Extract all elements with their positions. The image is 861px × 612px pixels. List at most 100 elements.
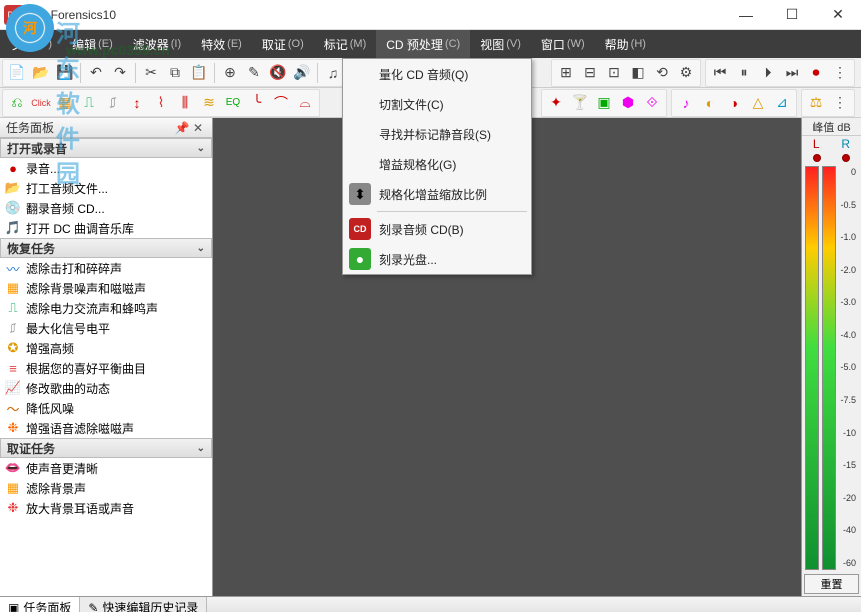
task-item[interactable]: 📂打工音频文件...	[0, 178, 212, 198]
save-icon[interactable]: 💾	[54, 62, 76, 84]
task-icon: ≡	[4, 360, 22, 376]
menu-特效[interactable]: 特效(E)	[191, 30, 252, 58]
menuitem-刻录光盘...[interactable]: ●刻录光盘...	[343, 244, 531, 274]
paste-icon[interactable]: 📋	[188, 62, 210, 84]
view-b-icon[interactable]: ⊟	[579, 62, 601, 84]
menuitem-规格化增益缩放比例[interactable]: ⬍规格化增益缩放比例	[343, 179, 531, 209]
fx9-icon[interactable]: ≋	[198, 92, 220, 114]
f3a-icon[interactable]: ♪	[675, 92, 697, 114]
f3e-icon[interactable]: ⊿	[771, 92, 793, 114]
overflow2-icon[interactable]: ⋮	[829, 92, 851, 114]
redo-icon[interactable]: ↷	[109, 62, 131, 84]
task-item[interactable]: 〜降低风噪	[0, 398, 212, 418]
menu-编辑[interactable]: 编辑(E)	[62, 30, 123, 58]
f2d-icon[interactable]: ⬢	[617, 92, 639, 114]
panel-close-icon[interactable]: ✕	[190, 121, 206, 135]
f2e-icon[interactable]: ⟐	[641, 92, 663, 114]
fx8-icon[interactable]: ⫼	[174, 92, 196, 114]
menuitem-刻录音频 CD[interactable]: CD刻录音频 CD(B)	[343, 214, 531, 244]
bottom-tab-任务面板[interactable]: ▣任务面板	[0, 597, 80, 612]
record-icon[interactable]: ⏺	[805, 62, 827, 84]
task-item[interactable]: ▦滤除背景噪声和嗞嗞声	[0, 278, 212, 298]
menu-label: 取证	[262, 36, 286, 53]
view-c-icon[interactable]: ⊡	[603, 62, 625, 84]
section-header-打开或录音[interactable]: 打开或录音⌄	[0, 138, 212, 158]
section-header-恢复任务[interactable]: 恢复任务⌄	[0, 238, 212, 258]
menuitem-增益规格化[interactable]: 增益规格化(G)	[343, 149, 531, 179]
menuitem-切割文件[interactable]: 切割文件(C)	[343, 89, 531, 119]
zoom-in-icon[interactable]: ⊕	[219, 62, 241, 84]
task-item[interactable]: ❉放大背景耳语或声音	[0, 498, 212, 518]
loop-icon[interactable]: ⟲	[651, 62, 673, 84]
menu-hotkey: (E)	[227, 38, 242, 50]
fx1-icon[interactable]: ⎌	[6, 92, 28, 114]
overflow-icon[interactable]: ⋮	[829, 62, 851, 84]
task-item[interactable]: ▦滤除背景声	[0, 478, 212, 498]
f3c-icon[interactable]: ◑	[723, 92, 745, 114]
fx12-icon[interactable]: ⌓	[294, 92, 316, 114]
menu-label: 标记	[324, 36, 348, 53]
copy-icon[interactable]: ⧉	[164, 62, 186, 84]
undo-icon[interactable]: ↶	[85, 62, 107, 84]
task-label: 放大背景耳语或声音	[26, 500, 134, 517]
menuitem-量化 CD 音频[interactable]: 量化 CD 音频(Q)	[343, 59, 531, 89]
forward-icon[interactable]: ⏭	[781, 62, 803, 84]
fx2-icon[interactable]: Click	[30, 92, 52, 114]
edit-icon[interactable]: ✎	[243, 62, 265, 84]
menu-标记[interactable]: 标记(M)	[314, 30, 377, 58]
fx7-icon[interactable]: ⌇	[150, 92, 172, 114]
task-item[interactable]: ≡根据您的喜好平衡曲目	[0, 358, 212, 378]
task-item[interactable]: 🎵打开 DC 曲调音乐库	[0, 218, 212, 238]
menu-滤波器[interactable]: 滤波器(I)	[123, 30, 191, 58]
menu-视图[interactable]: 视图(V)	[470, 30, 531, 58]
maximize-button[interactable]: ☐	[769, 0, 815, 30]
pause-icon[interactable]: ⏸	[733, 62, 755, 84]
f2a-icon[interactable]: ✦	[545, 92, 567, 114]
f2c-icon[interactable]: ▣	[593, 92, 615, 114]
fx5-icon[interactable]: ⎎	[102, 92, 124, 114]
menu-窗口[interactable]: 窗口(W)	[531, 30, 595, 58]
view-a-icon[interactable]: ⊞	[555, 62, 577, 84]
rewind-icon[interactable]: ⏮	[709, 62, 731, 84]
speaker-icon[interactable]: 🔊	[291, 62, 313, 84]
menuitem-寻找并标记静音段[interactable]: 寻找并标记静音段(S)	[343, 119, 531, 149]
cut-icon[interactable]: ✂	[140, 62, 162, 84]
meter-tick: -4.0	[836, 331, 859, 340]
task-item[interactable]: 👄使声音更清晰	[0, 458, 212, 478]
task-item[interactable]: 📈修改歌曲的动态	[0, 378, 212, 398]
meter-reset-button[interactable]: 重置	[804, 574, 859, 594]
minimize-button[interactable]: —	[723, 0, 769, 30]
menu-帮助[interactable]: 帮助(H)	[595, 30, 656, 58]
task-item[interactable]: ⎎最大化信号电平	[0, 318, 212, 338]
menu-CD 预处理[interactable]: CD 预处理(C)	[376, 30, 470, 58]
f2b-icon[interactable]: 🍸	[569, 92, 591, 114]
note-icon[interactable]: ♫	[322, 62, 344, 84]
f4a-icon[interactable]: ⚖	[805, 92, 827, 114]
fx3-icon[interactable]: ▦	[54, 92, 76, 114]
menu-文件[interactable]: 文件(F)	[2, 30, 62, 58]
settings-icon[interactable]: ⚙	[675, 62, 697, 84]
menu-取证[interactable]: 取证(O)	[252, 30, 314, 58]
task-item[interactable]: ❉增强语音滤除嗞嗞声	[0, 418, 212, 438]
task-item[interactable]: 💿翻录音频 CD...	[0, 198, 212, 218]
f3b-icon[interactable]: ◐	[699, 92, 721, 114]
bottom-tab-快速编辑历史记录[interactable]: ✎快速编辑历史记录	[80, 597, 207, 612]
task-item[interactable]: ●录音...	[0, 158, 212, 178]
task-item[interactable]: ⎍滤除电力交流声和蜂鸣声	[0, 298, 212, 318]
open-icon[interactable]: 📂	[30, 62, 52, 84]
new-icon[interactable]: 📄	[6, 62, 28, 84]
eq-icon[interactable]: EQ	[222, 92, 244, 114]
fx6-icon[interactable]: ↕	[126, 92, 148, 114]
close-button[interactable]: ✕	[815, 0, 861, 30]
view-d-icon[interactable]: ◧	[627, 62, 649, 84]
section-header-取证任务[interactable]: 取证任务⌄	[0, 438, 212, 458]
fx4-icon[interactable]: ⎍	[78, 92, 100, 114]
fx10-icon[interactable]: ╰	[246, 92, 268, 114]
play-icon[interactable]: ⏵	[757, 62, 779, 84]
task-item[interactable]: 〰滤除击打和碎碎声	[0, 258, 212, 278]
pin-icon[interactable]: 📌	[174, 121, 190, 135]
fx11-icon[interactable]: ⌒	[270, 92, 292, 114]
mute-icon[interactable]: 🔇	[267, 62, 289, 84]
task-item[interactable]: ✪增强高频	[0, 338, 212, 358]
f3d-icon[interactable]: △	[747, 92, 769, 114]
